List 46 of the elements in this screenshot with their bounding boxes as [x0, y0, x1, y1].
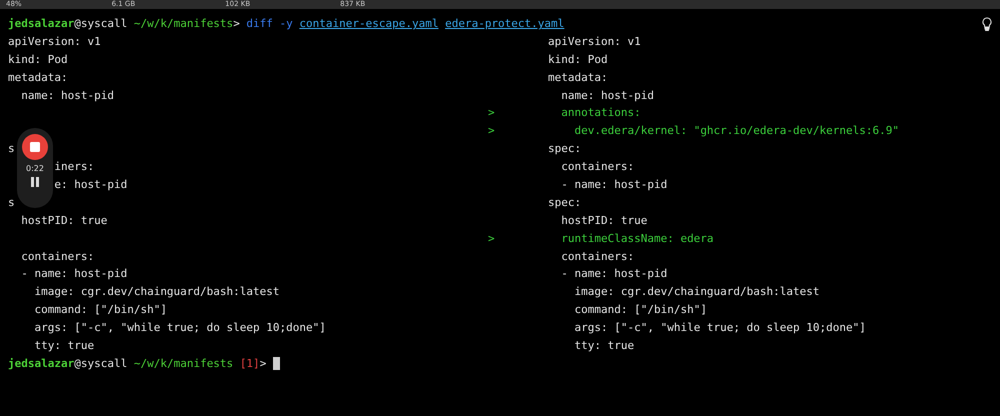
diff-line: metadata:	[548, 70, 608, 86]
diff-line: hostPID: true	[21, 212, 108, 229]
diff-line: args: ["-c", "while true; do sleep 10;done"]	[574, 320, 866, 336]
diff-line: - name: host-pid	[561, 177, 668, 194]
diff-line: e: host-pid	[54, 177, 128, 194]
diff-line: iners:	[54, 159, 94, 176]
diff-line: tty: true	[574, 338, 634, 354]
diff-line: spec:	[548, 194, 582, 211]
diff-line: s	[8, 141, 15, 158]
diff-line: - name: host-pid	[21, 266, 128, 282]
diff-line: image: cgr.dev/chainguard/bash:latest	[574, 284, 820, 300]
diff-line: kind: Pod	[548, 52, 608, 68]
cursor	[272, 357, 280, 370]
diff-line: - name: host-pid	[561, 266, 668, 282]
diff-line: args: ["-c", "while true; do sleep 10;done"]	[34, 320, 326, 336]
pause-icon[interactable]	[31, 177, 39, 187]
diff-line: containers:	[21, 248, 94, 265]
diff-line: hostPID: true	[561, 212, 648, 229]
added-line: runtimeClassName: edera	[561, 230, 714, 247]
diff-marker: >	[488, 123, 495, 140]
diff-line: apiVersion: v1	[548, 34, 641, 50]
file-link[interactable]: edera-protect.yaml	[445, 17, 564, 30]
diff-line: containers:	[561, 248, 634, 265]
diff-line: command: ["/bin/sh"]	[34, 302, 167, 318]
diff-line: kind: Pod	[8, 52, 68, 68]
diff-line: apiVersion: v1	[8, 34, 101, 50]
stop-button-icon[interactable]	[22, 134, 48, 160]
diff-line: command: ["/bin/sh"]	[574, 302, 707, 318]
shell-prompt: jedsalazar@syscall ~/w/k/manifests>	[8, 17, 240, 30]
diff-line: name: host-pid	[561, 88, 654, 104]
added-line: dev.edera/kernel: "ghcr.io/edera-dev/kernels:6.9"	[574, 123, 899, 140]
diff-line: name: host-pid	[21, 88, 114, 104]
diff-marker: >	[488, 230, 495, 247]
file-link[interactable]: container-escape.yaml	[299, 17, 438, 30]
shell-prompt: jedsalazar@syscall ~/w/k/manifests [1]>	[8, 357, 266, 370]
diff-line: containers:	[561, 159, 634, 176]
diff-marker: >	[488, 105, 495, 122]
diff-line: image: cgr.dev/chainguard/bash:latest	[34, 284, 280, 300]
added-line: annotations:	[561, 105, 641, 122]
diff-line: s	[8, 194, 15, 211]
diff-line: metadata:	[8, 70, 68, 86]
diff-line: spec:	[548, 141, 582, 158]
diff-line: tty: true	[34, 338, 94, 354]
recording-time: 0:22	[26, 164, 44, 173]
command-text: diff -y	[246, 17, 293, 30]
lightbulb-icon[interactable]	[982, 16, 992, 31]
